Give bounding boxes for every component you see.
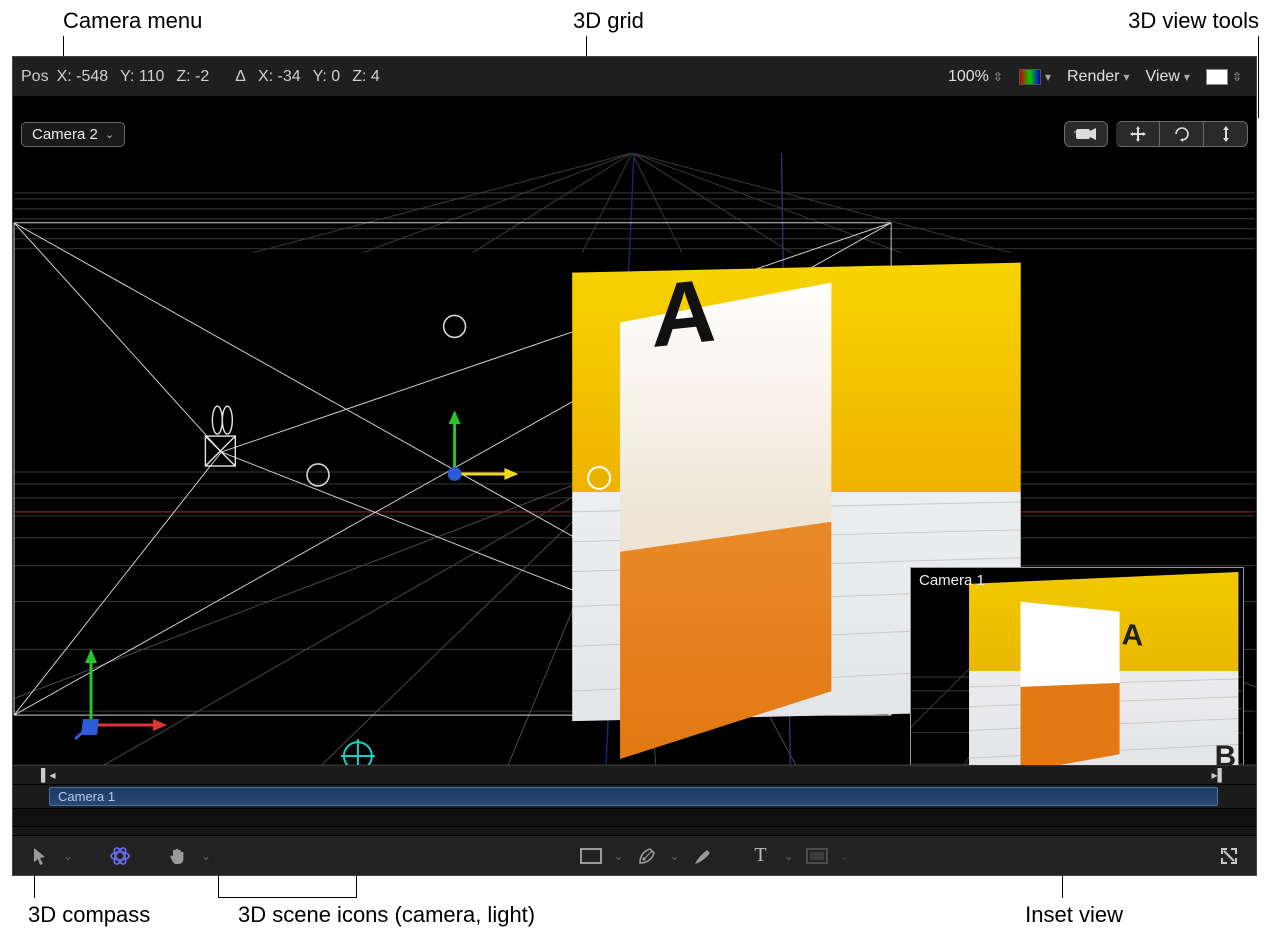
light-scene-icon[interactable] [307,464,329,486]
color-channels-icon [1019,69,1041,85]
timeline-clip[interactable]: Camera 1 [49,787,1218,806]
text-tool-dropdown[interactable]: ⌄ [778,841,800,871]
light-scene-icon[interactable] [444,315,466,337]
channel-menu[interactable]: ⇳ [1200,67,1248,87]
status-toolbar: Pos X: -548 Y: 110 Z: -2 Δ X: -34 Y: 0 Z… [13,57,1256,97]
pen-icon [636,845,658,867]
view-menu[interactable]: View▾ [1140,66,1196,88]
camera-menu[interactable]: Camera 2 ⌄ [21,122,125,147]
timeline-area: ▌◂ ▸▌ Camera 1 ⌄ [13,765,1256,875]
delta-label: Δ [235,68,246,86]
dolly-view-button[interactable] [1204,121,1248,147]
timeline-ruler[interactable]: ▌◂ ▸▌ [13,765,1256,785]
mask-tool-dropdown[interactable]: ⌄ [834,841,856,871]
chevron-down-icon: ▾ [1184,70,1190,84]
clip-label: Camera 1 [58,789,115,804]
annotation-3d-grid: 3D grid [573,8,644,34]
shape-tool-dropdown[interactable]: ⌄ [608,841,630,871]
pan-view-button[interactable] [1116,121,1160,147]
fullscreen-button[interactable] [1212,841,1246,871]
in-marker-icon[interactable]: ▌◂ [41,768,56,782]
scene-letter: A [652,261,717,368]
zoom-menu[interactable]: 100%⇳ [942,66,1009,88]
mask-icon [806,848,828,864]
hand-icon [168,846,188,866]
inset-view[interactable]: A B Camera 1 [910,567,1244,765]
annotation-camera-menu: Camera menu [63,8,202,34]
inset-view-label: Camera 1 [919,572,985,589]
arrow-cursor-icon [32,847,48,865]
3d-viewport[interactable]: A [13,153,1256,765]
camera-icon: ' [1073,127,1099,141]
pan-tool[interactable] [161,841,195,871]
camera-scene-icon[interactable] [205,406,235,466]
timeline-track[interactable]: Camera 1 [13,785,1256,809]
chevron-down-icon: ▾ [1123,70,1129,84]
svg-text:': ' [1074,130,1076,141]
paint-tool[interactable] [686,841,720,871]
callout-line [218,897,356,898]
orbit-icon [1172,124,1192,144]
camera-menu-label: Camera 2 [32,126,98,143]
scene-plane-front: A [620,261,831,760]
rectangle-tool[interactable] [574,841,608,871]
inset-svg: A B [911,568,1243,765]
svg-text:B: B [1215,740,1236,765]
pan-tool-dropdown[interactable]: ⌄ [195,841,217,871]
select-tool-dropdown[interactable]: ⌄ [57,841,79,871]
3d-view-tools: ' [1064,121,1248,147]
pan-icon [1128,124,1148,144]
svg-text:A: A [1122,618,1143,652]
callout-line [1258,36,1259,118]
light-target-icon[interactable] [341,739,375,765]
annotation-3d-view-tools: 3D view tools [1128,8,1259,34]
mask-tool[interactable] [800,841,834,871]
viewport-toolbar: Camera 2 ⌄ ' [13,117,1256,151]
canvas-tool-strip: ⌄ ⌄ ⌄ ⌄ [13,835,1256,875]
channel-icon [1206,69,1228,85]
3d-transform-tool[interactable] [103,841,137,871]
delta-z: Z: 4 [352,68,380,86]
selection-handle[interactable] [588,467,610,489]
annotation-scene-icons: 3D scene icons (camera, light) [238,902,535,928]
chevron-down-icon: ▾ [1045,70,1051,84]
stepper-icon: ⇳ [993,70,1003,84]
color-channels-menu[interactable]: ▾ [1013,67,1057,87]
pen-tool-dropdown[interactable]: ⌄ [664,841,686,871]
annotation-3d-compass: 3D compass [28,902,150,928]
delta-x: X: -34 [258,68,301,86]
pos-label: Pos [21,68,49,86]
orbit-view-button[interactable] [1160,121,1204,147]
brush-icon [692,845,714,867]
chevron-down-icon: ⌄ [105,128,114,141]
dolly-icon [1218,124,1234,144]
pos-x: X: -548 [57,68,109,86]
annotation-inset-view: Inset view [1025,902,1123,928]
stepper-icon: ⇳ [1232,70,1242,84]
out-marker-icon[interactable]: ▸▌ [1211,768,1226,782]
expand-icon [1219,846,1239,866]
rectangle-icon [580,848,602,864]
timeline-track-2[interactable] [13,809,1256,827]
select-tool[interactable] [23,841,57,871]
text-icon: T [754,844,766,867]
render-menu[interactable]: Render▾ [1061,66,1136,88]
pos-y: Y: 110 [120,68,164,86]
3d-compass[interactable] [63,641,173,751]
translate-gizmo[interactable] [448,410,519,481]
app-window: Pos X: -548 Y: 110 Z: -2 Δ X: -34 Y: 0 Z… [12,56,1257,876]
active-camera-button[interactable]: ' [1064,121,1108,147]
pos-z: Z: -2 [176,68,209,86]
text-tool[interactable]: T [744,841,778,871]
atom-3d-icon [109,845,131,867]
pen-tool[interactable] [630,841,664,871]
delta-y: Y: 0 [313,68,341,86]
